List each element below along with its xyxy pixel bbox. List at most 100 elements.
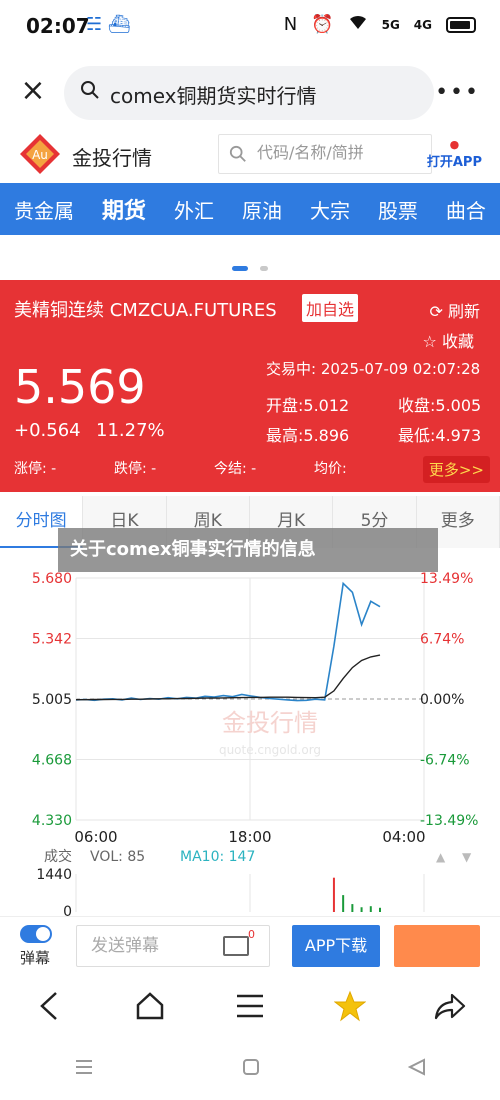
x-tick: 04:00 xyxy=(382,828,425,846)
avg-price: 均价: xyxy=(314,461,347,477)
category-nav: 贵金属 期货 外汇 原油 大宗 股票 曲合 xyxy=(0,183,500,235)
tab-more-categories[interactable]: 曲合 xyxy=(440,195,492,224)
site-logo[interactable]: Au xyxy=(18,132,62,176)
quote-limits-row: 涨停: - 跌停: - 今结: - 均价: xyxy=(14,458,414,478)
chart-watermark: 金投行情 quote.cngold.org xyxy=(219,709,321,757)
tab-crude-oil[interactable]: 原油 xyxy=(236,195,288,224)
tab-stocks[interactable]: 股票 xyxy=(372,195,424,224)
instrument-title: 美精铜连续 CMZCUA.FUTURES xyxy=(14,300,277,321)
limit-up: 涨停: - xyxy=(14,461,57,477)
limit-down: 跌停: - xyxy=(114,461,157,477)
back-icon[interactable] xyxy=(32,988,68,1024)
back-triangle-icon[interactable] xyxy=(407,1058,426,1080)
trade-time-value: 2025-07-09 02:07:28 xyxy=(320,360,481,378)
search-icon xyxy=(81,81,99,99)
site-name: 金投行情 xyxy=(72,146,152,170)
trade-time: 交易中: 2025-07-09 02:07:28 xyxy=(266,358,480,379)
y-tick-left: 5.005 xyxy=(32,692,72,708)
volume-bar xyxy=(332,877,335,912)
recents-icon[interactable] xyxy=(74,1059,94,1079)
y-tick-right: -6.74% xyxy=(420,753,470,769)
browser-bottom-nav xyxy=(0,978,500,1034)
volume-legend: 成交 VOL: 85 MA10: 147 ▲ ▼ xyxy=(44,848,472,865)
signal-4g-icon: 4G xyxy=(413,17,432,32)
status-time: 02:07 xyxy=(26,14,90,38)
volume-bar xyxy=(351,904,354,912)
prev-close-price: 收盘:5.005 xyxy=(398,396,482,415)
collapse-up-icon[interactable]: ▲ xyxy=(436,850,446,864)
y-tick-right: 6.74% xyxy=(420,632,464,648)
volume-bar xyxy=(379,907,381,912)
avg-line xyxy=(76,654,381,701)
overlay-banner: 关于comex铜事实行情的信息 xyxy=(58,528,438,572)
status-bar: 02:07 ☵ ⛴ N ⏰ 5G 4G xyxy=(0,0,500,56)
refresh-icon: ⟳ xyxy=(429,302,448,321)
chart-series xyxy=(75,581,381,702)
x-axis: 06:00 18:00 04:00 xyxy=(74,828,425,846)
watermark-text: 金投行情 xyxy=(222,709,318,737)
volume-bar xyxy=(360,907,363,912)
app-download-button[interactable]: APP下载 xyxy=(292,925,380,967)
home-square-icon[interactable] xyxy=(242,1058,260,1080)
volume-label: 成交 xyxy=(44,848,72,865)
danmu-input[interactable] xyxy=(91,936,211,956)
price-change: +0.564 xyxy=(14,420,81,441)
refresh-label: 刷新 xyxy=(447,302,480,321)
open-app-button[interactable]: ● 打开APP xyxy=(427,138,482,170)
pager-dot-active[interactable] xyxy=(232,266,249,271)
star-outline-icon: ☆ xyxy=(422,332,442,351)
close-icon[interactable]: × xyxy=(18,76,48,106)
search-icon xyxy=(229,145,246,162)
favorite-button[interactable]: ☆ 收藏 xyxy=(423,328,474,352)
x-tick: 06:00 xyxy=(74,828,117,846)
y-tick-left: 5.342 xyxy=(32,632,72,648)
danmu-input-box[interactable]: 0 xyxy=(76,925,270,967)
collapse-down-icon[interactable]: ▼ xyxy=(462,850,472,864)
tab-futures[interactable]: 期货 xyxy=(96,193,152,225)
message-count: 0 xyxy=(248,928,255,941)
alarm-icon: ⏰ xyxy=(311,14,334,35)
refresh-button[interactable]: ⟳ 刷新 xyxy=(429,298,480,322)
y-tick-left: 5.680 xyxy=(32,571,72,587)
open-price: 开盘:5.012 xyxy=(266,396,350,415)
y-axis-right: 13.49% 6.74% 0.00% -6.74% -13.49% xyxy=(420,571,478,829)
price-line xyxy=(75,581,381,702)
vol-value: VOL: 85 xyxy=(90,849,145,865)
y-tick-right: 0.00% xyxy=(420,692,464,708)
share-icon[interactable] xyxy=(432,988,468,1024)
battery-icon xyxy=(446,16,476,33)
site-header: Au 金投行情 ● 打开APP xyxy=(0,128,500,182)
y-tick-left: 4.668 xyxy=(32,753,72,769)
message-icon[interactable] xyxy=(223,936,249,956)
open-app-label: 打开APP xyxy=(426,155,482,170)
more-quote-button[interactable]: 更多>> xyxy=(422,456,490,483)
nfc-icon: N xyxy=(283,14,298,35)
tab-forex[interactable]: 外汇 xyxy=(168,195,220,224)
high-price: 最高:5.896 xyxy=(266,426,350,445)
tab-precious-metals[interactable]: 贵金属 xyxy=(8,195,80,224)
pager-dot[interactable] xyxy=(259,266,268,271)
browser-search-box[interactable]: comex铜期货实时行情 xyxy=(64,66,434,120)
x-tick: 18:00 xyxy=(228,828,271,846)
system-nav-bar xyxy=(0,1046,500,1092)
more-options-icon[interactable]: ••• xyxy=(435,80,480,105)
tab-commodities[interactable]: 大宗 xyxy=(304,195,356,224)
site-search-input[interactable] xyxy=(257,143,425,162)
star-icon[interactable] xyxy=(332,988,368,1024)
intraday-chart[interactable]: 金投行情 quote.cngold.org 5.680 5.342 5.005 4.6… xyxy=(0,556,500,916)
low-price: 最低:4.973 xyxy=(398,426,482,445)
volume-bar xyxy=(342,895,345,912)
volume-bar xyxy=(369,906,372,912)
menu-icon[interactable] xyxy=(232,988,268,1024)
last-price: 5.569 xyxy=(14,360,146,414)
signal-5g-icon: 5G xyxy=(381,17,400,32)
watermark-url: quote.cngold.org xyxy=(219,743,321,757)
site-search-box[interactable] xyxy=(218,134,432,174)
danmu-toggle[interactable] xyxy=(20,925,52,943)
action-button[interactable] xyxy=(394,925,480,967)
y-tick-right: -13.49% xyxy=(420,813,478,829)
trade-time-label: 交易中: xyxy=(266,360,317,378)
add-watchlist-button[interactable]: 加自选 xyxy=(302,294,359,322)
home-icon[interactable] xyxy=(132,988,168,1024)
status-notification-icons: ☵ ⛴ xyxy=(86,14,131,35)
